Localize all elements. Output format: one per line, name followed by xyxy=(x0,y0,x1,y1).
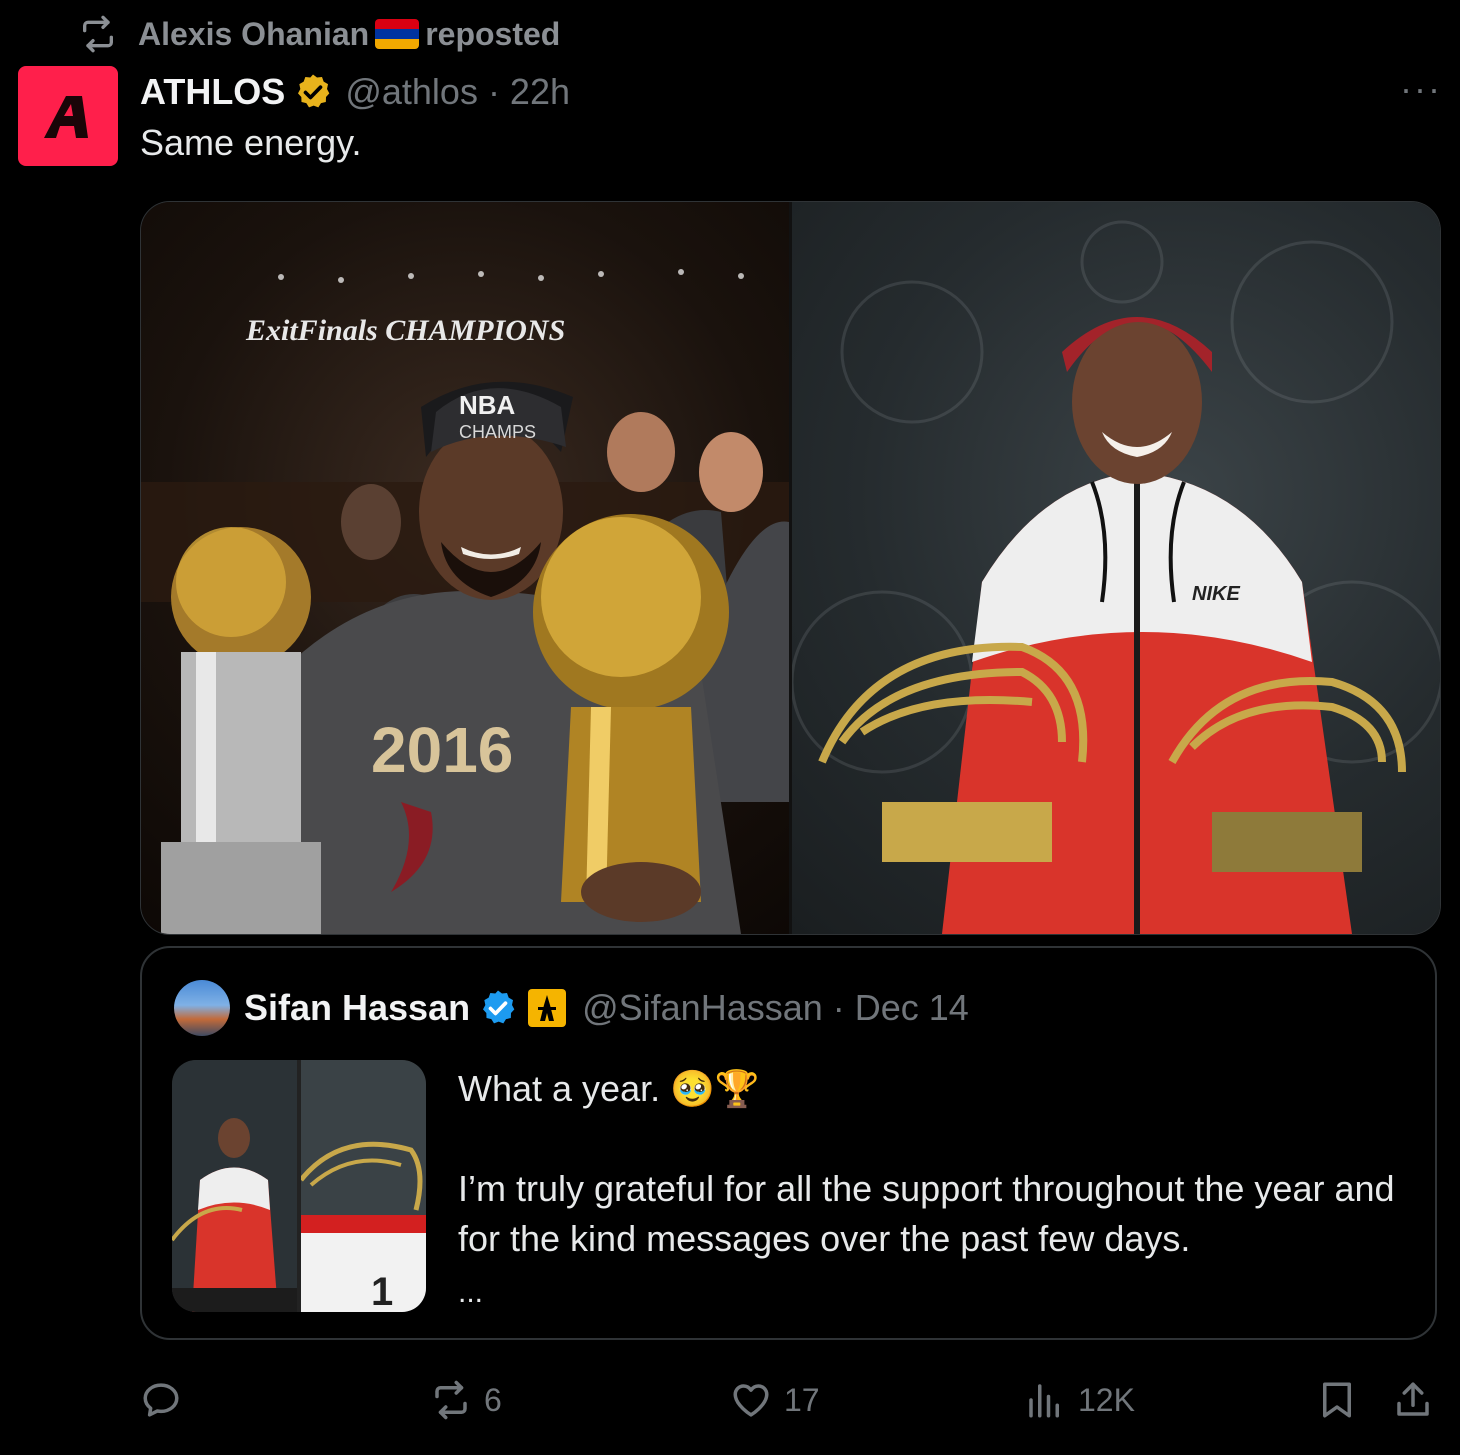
reply-icon xyxy=(143,1383,179,1417)
photo-sifan-trophies[interactable]: NIKE xyxy=(792,202,1440,934)
bookmark-button[interactable] xyxy=(1316,1370,1370,1430)
views-count: 12K xyxy=(1078,1381,1135,1418)
tweet-actions: 6 17 12K xyxy=(140,1370,1440,1430)
tweet-text: Same energy. xyxy=(140,122,362,163)
share-icon xyxy=(1397,1382,1429,1416)
views-button[interactable]: 12K xyxy=(1024,1370,1135,1430)
affiliate-badge-icon[interactable] xyxy=(528,989,567,1027)
quoted-line-2: I’m truly grateful for all the support t… xyxy=(458,1168,1395,1259)
svg-text:1: 1 xyxy=(371,1270,393,1312)
author-handle-time[interactable]: @athlos · 22h xyxy=(345,71,570,113)
quoted-avatar[interactable] xyxy=(174,980,230,1036)
repost-button[interactable]: 6 xyxy=(430,1370,502,1430)
repost-count: 6 xyxy=(484,1381,502,1418)
views-icon xyxy=(1029,1384,1059,1418)
quoted-media-thumbnail[interactable]: 1 xyxy=(172,1060,426,1312)
verified-gold-icon[interactable] xyxy=(293,72,333,112)
like-button[interactable]: 17 xyxy=(730,1370,820,1430)
repost-user[interactable]: Alexis Ohanian xyxy=(138,16,369,53)
svg-text:CHAMPS: CHAMPS xyxy=(459,422,536,442)
repost-label: reposted xyxy=(425,15,561,52)
repost-context[interactable]: Alexis Ohanian reposted xyxy=(78,14,560,54)
svg-text:2016: 2016 xyxy=(371,714,513,786)
armenia-flag-icon xyxy=(375,19,420,49)
tweet-media[interactable]: NBA CHAMPS 2016 ExitFinals CHAMPIONS NIK… xyxy=(140,201,1441,935)
quoted-text: What a year. 🥹🏆 I’m truly grateful for a… xyxy=(458,1064,1418,1318)
repost-icon xyxy=(83,15,114,53)
quoted-header: Sifan Hassan @SifanHassan · Dec 14 xyxy=(174,978,969,1038)
athlos-logo-icon xyxy=(44,96,88,138)
like-count: 17 xyxy=(784,1381,820,1418)
quoted-tweet[interactable]: Sifan Hassan @SifanHassan · Dec 14 1 Wha… xyxy=(140,946,1437,1340)
tweet-header: ATHLOS @athlos · 22h xyxy=(140,66,570,118)
quoted-line-1: What a year. 🥹🏆 xyxy=(458,1068,760,1109)
svg-text:NBA: NBA xyxy=(459,390,516,420)
verified-blue-icon[interactable] xyxy=(478,988,518,1028)
bookmark-icon xyxy=(1323,1382,1351,1418)
heart-icon xyxy=(733,1384,769,1417)
quoted-thumb-right: 1 xyxy=(301,1060,426,1312)
svg-text:ExitFinals CHAMPIONS: ExitFinals CHAMPIONS xyxy=(245,314,565,347)
author-avatar[interactable] xyxy=(18,66,118,166)
quoted-handle-date[interactable]: @SifanHassan · Dec 14 xyxy=(582,987,969,1029)
quoted-author-name[interactable]: Sifan Hassan xyxy=(244,987,470,1029)
photo-lebron-trophies[interactable]: NBA CHAMPS 2016 ExitFinals CHAMPIONS xyxy=(141,202,789,934)
more-options-icon[interactable]: ··· xyxy=(1400,68,1442,110)
author-name[interactable]: ATHLOS xyxy=(140,71,285,113)
quoted-thumb-left xyxy=(172,1060,297,1312)
quoted-ellipsis: ... xyxy=(458,1276,484,1309)
reply-button[interactable] xyxy=(140,1370,194,1430)
share-button[interactable] xyxy=(1392,1370,1446,1430)
photo-illustration: NIKE xyxy=(792,220,1440,934)
repost-icon xyxy=(435,1380,467,1420)
photo-illustration: NBA CHAMPS 2016 ExitFinals CHAMPIONS xyxy=(141,269,789,934)
svg-text:NIKE: NIKE xyxy=(1192,583,1240,605)
